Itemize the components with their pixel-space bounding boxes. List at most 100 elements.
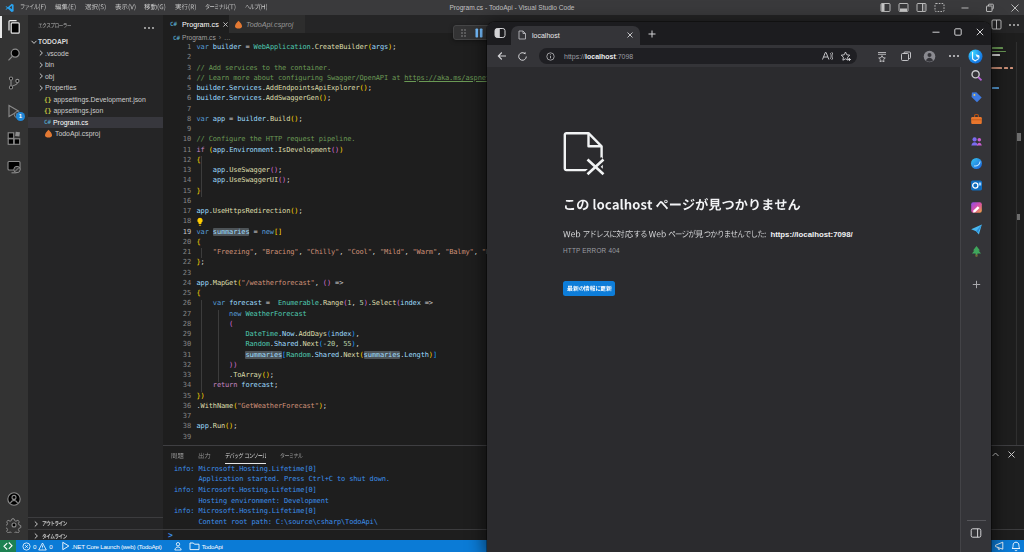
panel-close-icon[interactable] <box>1007 450 1016 459</box>
activity-explorer[interactable] <box>0 13 28 41</box>
sidebar-toggle-button[interactable] <box>970 527 982 539</box>
tree-item-todoapi-csproj[interactable]: TodoApi.csproj <box>28 128 163 140</box>
sidebar-copilot-icon[interactable] <box>970 157 983 170</box>
favorites-button[interactable] <box>876 51 888 62</box>
breadcrumb-item[interactable]: … <box>224 34 231 41</box>
sidebar-tools-icon[interactable] <box>970 113 983 126</box>
sidebar-outlook-icon[interactable] <box>970 179 983 192</box>
activity-extensions[interactable] <box>0 125 28 153</box>
collections-icon[interactable] <box>900 51 912 62</box>
browser-close-icon[interactable] <box>975 27 985 37</box>
settings-more-button[interactable] <box>948 53 960 59</box>
bing-discover-icon[interactable] <box>968 49 983 64</box>
sidebar-toggle-icon[interactable] <box>970 527 982 539</box>
breadcrumb-item[interactable]: Program.cs <box>182 34 216 41</box>
tree-item-appsettings-json[interactable]: {}appsettings.json <box>28 105 163 117</box>
url-text[interactable]: https://localhost:7098 <box>564 53 821 60</box>
sidebar-drop-icon[interactable] <box>970 223 983 236</box>
tree-item-program-cs[interactable]: C#Program.cs <box>28 117 163 129</box>
menu-view[interactable] <box>110 0 140 15</box>
tab-actions-menu-button[interactable] <box>494 27 506 39</box>
sidebar-people-icon[interactable] <box>970 135 983 148</box>
tree-item-bin[interactable]: bin <box>28 59 163 71</box>
activity-source-control[interactable] <box>0 69 28 97</box>
tab-todoapi-csproj[interactable]: TodoApi.csproj <box>229 15 305 33</box>
browser-maximize-button[interactable] <box>953 27 963 37</box>
browser-minimize-button[interactable] <box>931 27 941 37</box>
new-tab-icon[interactable] <box>647 29 657 39</box>
add-favorite-icon[interactable] <box>840 51 852 62</box>
debug-pause-button[interactable] <box>474 27 484 39</box>
back-icon[interactable] <box>496 50 508 62</box>
sidebar-tree-icon[interactable] <box>970 245 983 258</box>
tree-root-todoapi[interactable]: TODOAPI <box>28 36 163 48</box>
lightbulb-icon[interactable] <box>196 217 204 226</box>
site-info-icon[interactable] <box>546 52 555 61</box>
menu-file[interactable] <box>16 0 51 15</box>
tree-item-properties[interactable]: Properties <box>28 82 163 94</box>
menu-help[interactable] <box>240 0 271 15</box>
debug-pause-icon[interactable] <box>474 27 484 39</box>
active-folder-status[interactable]: TodoApi <box>186 540 226 552</box>
browser-tab-localhost[interactable]: localhost <box>511 26 640 46</box>
refresh-button[interactable] <box>517 51 528 62</box>
sidebar-add-icon[interactable] <box>971 279 982 290</box>
panel-tab-problems[interactable] <box>171 448 184 463</box>
favorites-icon[interactable] <box>876 51 888 62</box>
remote-indicator[interactable] <box>0 540 16 552</box>
toggle-panel-button[interactable] <box>894 0 912 15</box>
profile-button[interactable] <box>923 50 936 63</box>
menu-terminal[interactable] <box>201 0 241 15</box>
tab-program-cs[interactable]: C#Program.cs <box>163 15 229 33</box>
site-info-button[interactable] <box>546 52 555 61</box>
collections-button[interactable] <box>900 51 912 62</box>
read-aloud-icon[interactable] <box>821 51 833 61</box>
menu-edit[interactable] <box>51 0 81 15</box>
reload-button[interactable] <box>563 281 615 297</box>
notifications-button[interactable] <box>1011 541 1021 552</box>
sidebar-shopping-icon[interactable] <box>970 91 983 104</box>
activity-search[interactable] <box>0 41 28 69</box>
tree-item-appsettings-development-json[interactable]: {}appsettings.Development.json <box>28 94 163 106</box>
add-favorite-button[interactable] <box>840 51 852 62</box>
read-aloud-button[interactable] <box>821 51 833 61</box>
split-editor-icon[interactable] <box>991 19 1002 30</box>
csdevkit-status[interactable] <box>170 540 186 552</box>
tab-close-icon[interactable] <box>626 31 634 39</box>
activity-remote-explorer[interactable] <box>0 153 28 181</box>
more-menu-icon[interactable] <box>948 53 960 59</box>
address-bar[interactable]: https://localhost:7098 <box>539 48 857 64</box>
window-minimize-button[interactable] <box>956 0 974 15</box>
menu-run[interactable] <box>171 0 201 15</box>
panel-maximize-icon[interactable] <box>991 450 1000 459</box>
sidebar-search-icon[interactable] <box>970 69 983 82</box>
window-restore-button[interactable] <box>981 0 999 15</box>
debug-toolbar-grip[interactable] <box>460 27 467 39</box>
customize-layout-button[interactable] <box>930 0 948 15</box>
tree-item-obj[interactable]: obj <box>28 71 163 83</box>
browser-minimize-icon[interactable] <box>931 27 941 37</box>
menu-selection[interactable] <box>81 0 111 15</box>
profile-avatar-icon[interactable] <box>923 50 936 63</box>
panel-tab-output[interactable] <box>198 448 211 463</box>
activity-accounts[interactable] <box>0 485 28 513</box>
browser-close-button[interactable] <box>975 27 985 37</box>
more-actions-icon[interactable] <box>1008 21 1020 29</box>
back-button[interactable] <box>496 50 508 62</box>
tab-actions-icon[interactable] <box>494 27 506 39</box>
toggle-secondary-sidebar-button[interactable] <box>912 0 930 15</box>
panel-tab-terminal[interactable] <box>280 448 302 463</box>
more-actions-icon[interactable] <box>143 24 155 32</box>
refresh-icon[interactable] <box>517 51 528 62</box>
browser-maximize-icon[interactable] <box>953 27 963 37</box>
window-close-button[interactable] <box>1006 0 1024 15</box>
bing-discover-button[interactable] <box>968 49 983 64</box>
activity-run-debug[interactable]: 1 <box>0 97 28 125</box>
menu-go[interactable] <box>140 0 170 15</box>
notifications-bell-icon[interactable] <box>1011 541 1021 552</box>
feedback-button[interactable] <box>994 541 1005 551</box>
panel-tab-debug-console[interactable] <box>225 448 267 463</box>
activity-settings[interactable] <box>0 511 28 539</box>
new-tab-button[interactable] <box>647 29 657 39</box>
problems-status[interactable]: 00 <box>19 540 56 552</box>
